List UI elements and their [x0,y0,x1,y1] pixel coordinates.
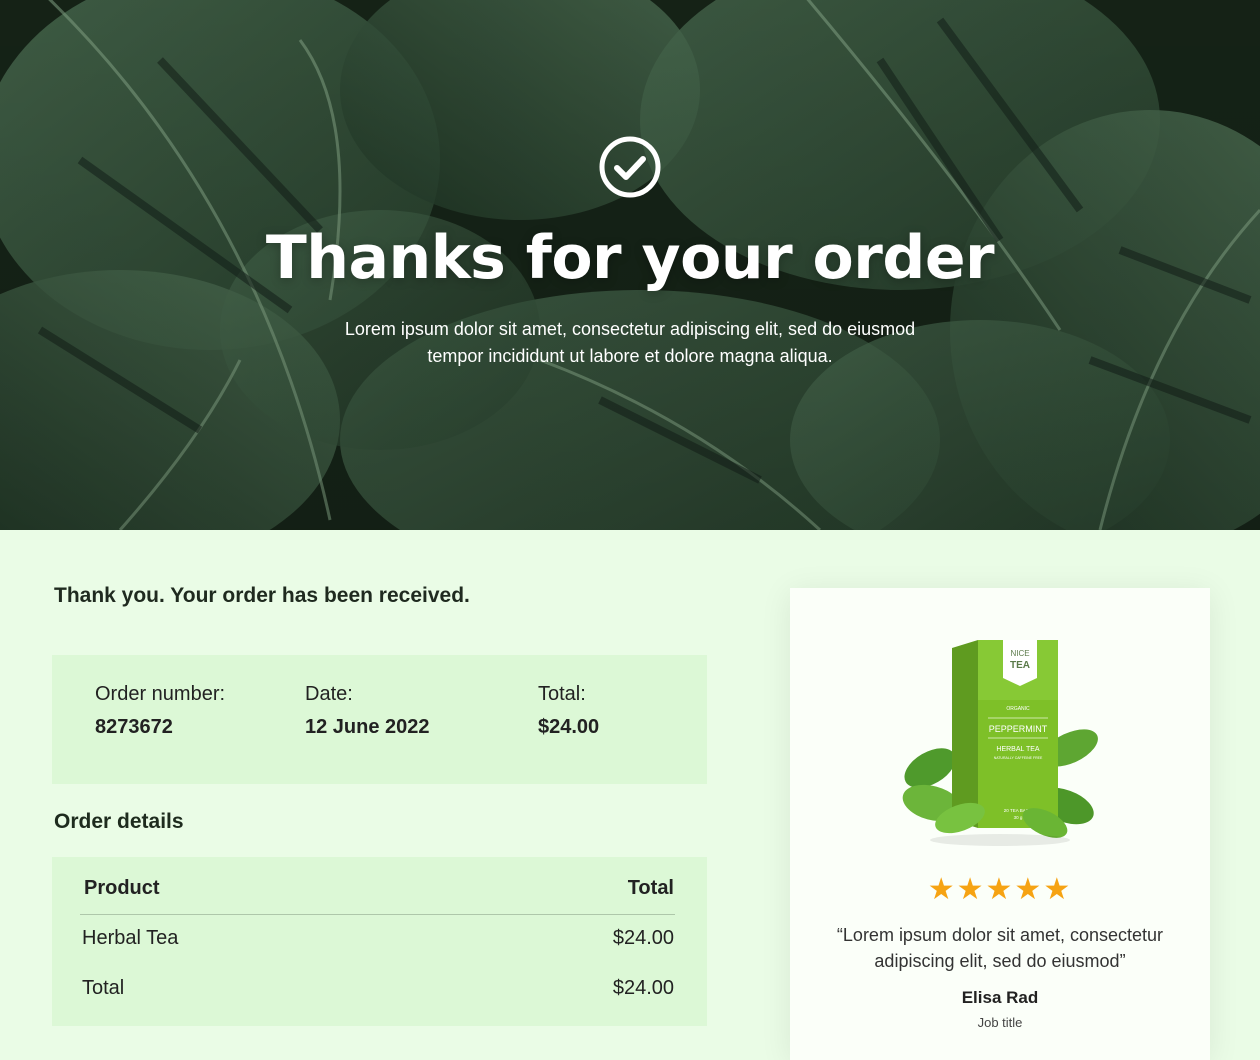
tea-brand-line2: TEA [1010,660,1030,671]
hero-subtitle: Lorem ipsum dolor sit amet, consectetur … [344,319,916,366]
order-details-table: Product Total Herbal Tea $24.00 Total $2… [52,857,707,1026]
tea-brand-line1: NICE [1010,649,1029,658]
table-row: Total $24.00 [82,977,674,1000]
order-details-title: Order details [54,810,184,833]
table-header: Product Total [82,877,674,900]
order-total-value: $24.00 [538,716,600,738]
order-summary-panel: Order number: 8273672 Date: 12 June 2022… [52,655,707,784]
order-date-label: Date: [305,683,353,705]
row-product: Total [82,977,125,999]
review-card: NICE TEA ORGANIC PEPPERMINT HERBAL TEA N… [790,588,1210,1060]
review-job-title: Job title [977,1015,1023,1030]
review-author: Elisa Rad [961,988,1039,1007]
order-total-block: Total: $24.00 [538,681,599,739]
row-total: $24.00 [612,977,674,999]
tea-pack-line2: 30 g [1014,815,1023,820]
row-total: $24.00 [612,927,674,949]
order-number-block: Order number: 8273672 [95,681,225,739]
hero-banner: Thanks for your order Lorem ipsum dolor … [0,0,1260,530]
hero-title: Thanks for your order [265,223,995,293]
order-number-value: 8273672 [95,716,173,738]
table-row: Herbal Tea $24.00 [82,927,674,950]
order-date-value: 12 June 2022 [305,716,430,738]
tea-subtitle: NATURALLY CAFFEINE FREE [994,756,1043,760]
table-divider [80,914,675,915]
column-header-total: Total [627,877,674,899]
rating-stars: ★★★★★ [927,873,1073,906]
order-number-label: Order number: [95,683,226,705]
order-date-block: Date: 12 June 2022 [305,681,430,739]
tea-tag: ORGANIC [1006,706,1030,712]
order-received-message: Thank you. Your order has been received. [54,584,470,607]
column-header-product: Product [84,877,160,899]
row-product: Herbal Tea [82,927,179,949]
check-circle-icon [599,136,661,198]
order-total-label: Total: [538,683,586,705]
review-quote: “Lorem ipsum dolor sit amet, consectetur… [836,925,1164,971]
tea-box-image: NICE TEA ORGANIC PEPPERMINT HERBAL TEA N… [902,640,1098,846]
tea-type: HERBAL TEA [996,746,1040,753]
tea-flavor: PEPPERMINT [989,724,1048,734]
